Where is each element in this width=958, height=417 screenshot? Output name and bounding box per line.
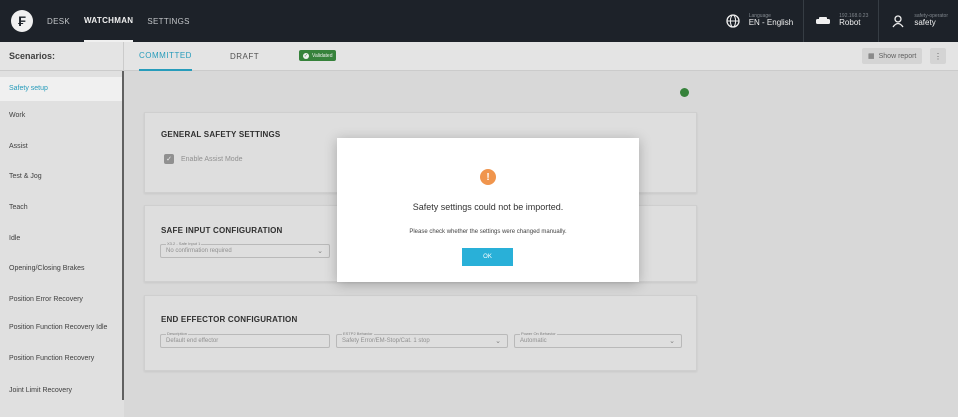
dialog-title: Safety settings could not be imported. [412, 202, 564, 212]
import-error-dialog: ! Safety settings could not be imported.… [337, 138, 639, 282]
ok-button[interactable]: OK [462, 248, 513, 266]
warning-icon: ! [480, 169, 496, 185]
dialog-message: Please check whether the settings were c… [409, 229, 567, 235]
